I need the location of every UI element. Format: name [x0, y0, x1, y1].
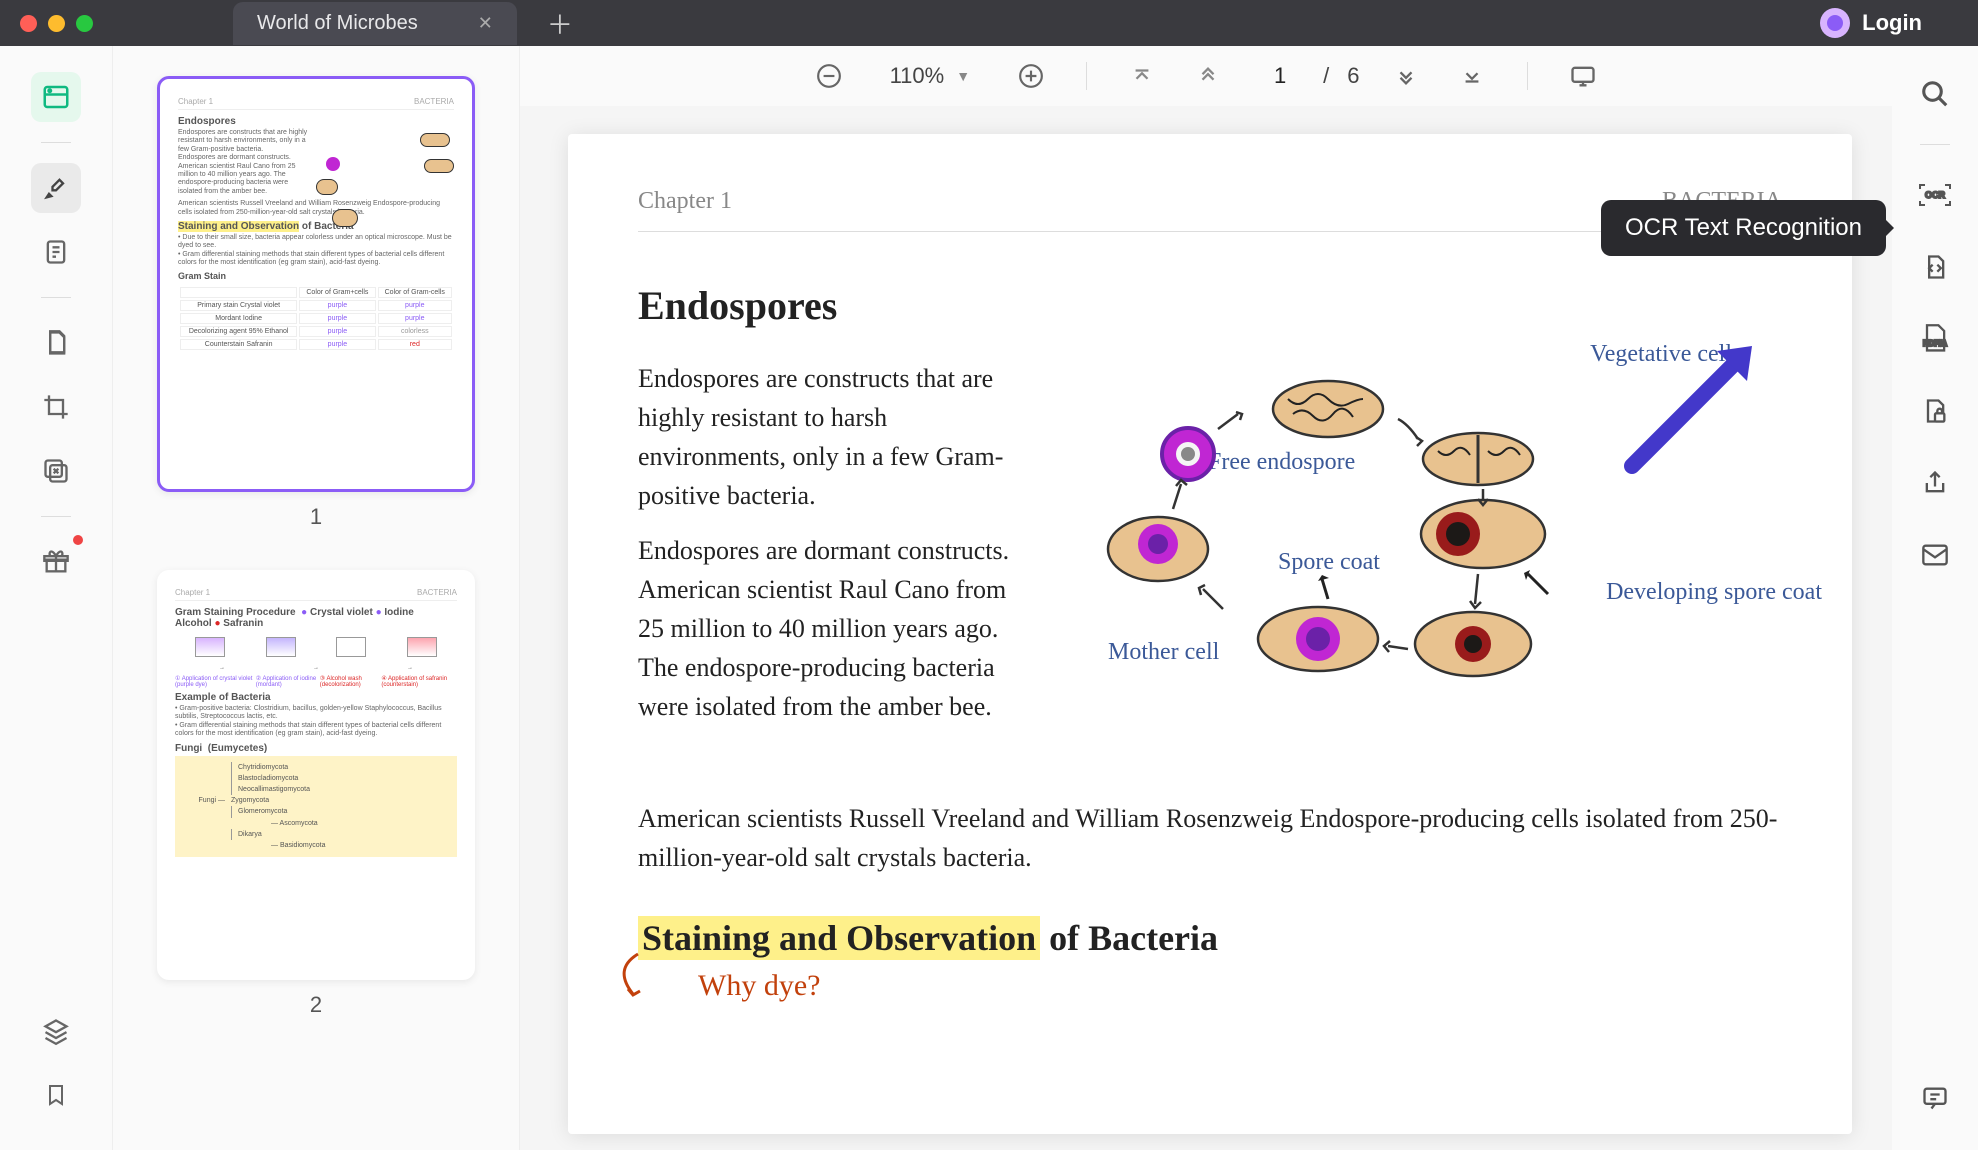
thumbnail-panel: Chapter 1BACTERIA Endospores Endospores … [113, 46, 520, 1150]
first-page-button[interactable] [1123, 57, 1161, 95]
close-window-button[interactable] [20, 15, 37, 32]
email-button[interactable] [1913, 533, 1957, 577]
titlebar: World of Microbes ✕ ＋ Login [0, 0, 1978, 46]
right-tool-rail: OCR PDF/A [1892, 46, 1978, 1150]
zoom-in-button[interactable] [1012, 57, 1050, 95]
paragraph-2: Endospores are dormant constructs. Ameri… [638, 531, 1038, 726]
login-label: Login [1862, 10, 1922, 36]
chevron-down-icon: ▼ [956, 68, 970, 84]
compare-tool-button[interactable] [31, 446, 81, 496]
handwritten-annotation: Why dye? [698, 969, 1782, 1003]
paragraph-1: Endospores are constructs that are highl… [638, 359, 1038, 515]
share-button[interactable] [1913, 461, 1957, 505]
avatar-icon [1820, 8, 1850, 38]
highlight-span: Staining and Observation [638, 916, 1040, 960]
tab-add-button[interactable]: ＋ [547, 5, 573, 42]
maximize-window-button[interactable] [76, 15, 93, 32]
page-indicator: / 6 [1255, 63, 1359, 89]
window-controls [20, 15, 93, 32]
ocr-tooltip: OCR Text Recognition [1601, 200, 1886, 256]
login-button[interactable]: Login [1820, 8, 1958, 38]
search-button[interactable] [1913, 72, 1957, 116]
pdfa-button[interactable]: PDF/A [1913, 317, 1957, 361]
endospore-diagram: Vegetative cell Free endospore Spore coa… [1078, 359, 1782, 779]
zoom-dropdown[interactable]: 110% ▼ [876, 59, 985, 93]
thumbnail-label-1: 1 [157, 504, 475, 530]
thumbnails-tool-button[interactable] [31, 72, 81, 122]
thumbnail-label-2: 2 [157, 992, 475, 1018]
prev-page-button[interactable] [1189, 57, 1227, 95]
page-thumbnail-2[interactable]: Chapter 1BACTERIA Gram Staining Procedur… [157, 570, 475, 980]
zoom-value: 110% [890, 63, 945, 89]
total-pages: 6 [1347, 63, 1359, 89]
gift-tool-button[interactable] [31, 537, 81, 587]
bookmark-tool-button[interactable] [31, 1070, 81, 1120]
next-page-button[interactable] [1387, 57, 1425, 95]
page-tool-button[interactable] [31, 318, 81, 368]
paragraph-3: American scientists Russell Vreeland and… [638, 799, 1782, 877]
svg-text:PDF/A: PDF/A [1923, 339, 1947, 348]
convert-button[interactable] [1913, 245, 1957, 289]
highlighter-tool-button[interactable] [31, 163, 81, 213]
heading-staining: Staining and Observation of Bacteria [638, 917, 1782, 959]
presentation-button[interactable] [1564, 57, 1602, 95]
top-toolbar: 110% ▼ / 6 [520, 46, 1892, 106]
heading-endospores: Endospores [638, 282, 1782, 329]
chapter-label: Chapter 1 [638, 188, 732, 215]
tab-document[interactable]: World of Microbes ✕ [233, 2, 517, 45]
crop-tool-button[interactable] [31, 382, 81, 432]
notification-dot [73, 535, 83, 545]
minimize-window-button[interactable] [48, 15, 65, 32]
comment-button[interactable] [1913, 1076, 1957, 1120]
document-viewport[interactable]: Chapter 1 BACTERIA Endospores Endospores… [520, 106, 1892, 1150]
tab-close-icon[interactable]: ✕ [478, 13, 493, 34]
last-page-button[interactable] [1453, 57, 1491, 95]
left-tool-rail [0, 46, 113, 1150]
page-separator: / [1323, 63, 1329, 89]
page-input[interactable] [1255, 63, 1305, 89]
page-thumbnail-1[interactable]: Chapter 1BACTERIA Endospores Endospores … [157, 76, 475, 492]
notes-tool-button[interactable] [31, 227, 81, 277]
ocr-button[interactable]: OCR [1913, 173, 1957, 217]
svg-text:OCR: OCR [1925, 190, 1946, 200]
tab-title: World of Microbes [257, 12, 418, 35]
zoom-out-button[interactable] [810, 57, 848, 95]
encrypt-button[interactable] [1913, 389, 1957, 433]
layers-tool-button[interactable] [31, 1006, 81, 1056]
document-page: Chapter 1 BACTERIA Endospores Endospores… [568, 134, 1852, 1134]
